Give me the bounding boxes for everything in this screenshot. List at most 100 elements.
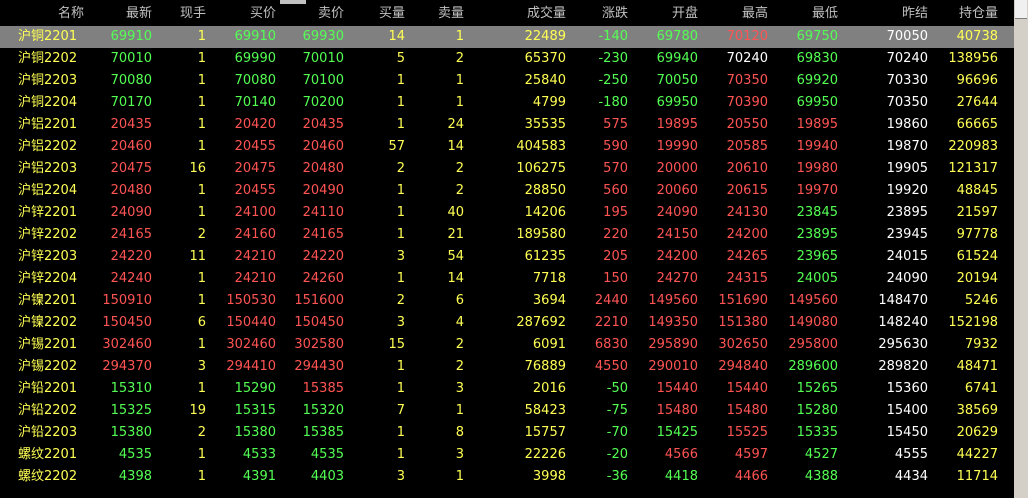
bid-volume-cell: 57 xyxy=(388,139,405,154)
change-cell: -250 xyxy=(598,73,628,88)
table-row[interactable]: 沪铅2201 15310 1 15290 15385 1 3 2016 -50 15440 1544… xyxy=(0,378,1028,400)
header-current-volume[interactable]: 现手 xyxy=(160,0,206,26)
name-cell: 沪锌2202 xyxy=(18,227,78,242)
header-bid-volume[interactable]: 买量 xyxy=(352,0,405,26)
change-cell: 6830 xyxy=(594,337,628,352)
table-row[interactable]: 沪铅2202 15325 19 15315 15320 7 1 58423 -75 15480 15… xyxy=(0,400,1028,422)
low-cell: 23845 xyxy=(796,205,838,220)
prev-settle-cell: 19920 xyxy=(886,183,928,198)
table-row[interactable]: 沪锌2202 24165 2 24160 24165 1 21 189580 220 24150 2… xyxy=(0,224,1028,246)
header-low[interactable]: 最低 xyxy=(776,0,838,26)
header-high[interactable]: 最高 xyxy=(706,0,768,26)
table-row[interactable]: 沪铝2203 20475 16 20475 20480 2 2 106275 570 20000 2… xyxy=(0,158,1028,180)
table-row[interactable]: 沪锡2201 302460 1 302460 302580 15 2 6091 6830 2958… xyxy=(0,334,1028,356)
ask-volume-cell: 8 xyxy=(455,425,464,440)
change-cell: -50 xyxy=(606,381,628,396)
ask-cell: 24165 xyxy=(302,227,344,242)
table-row[interactable]: 沪铝2201 20435 1 20420 20435 1 24 35535 575 19895 20… xyxy=(0,114,1028,136)
low-cell: 19970 xyxy=(796,183,838,198)
header-ask-volume[interactable]: 卖量 xyxy=(413,0,464,26)
prev-settle-cell: 15450 xyxy=(886,425,928,440)
header-latest[interactable]: 最新 xyxy=(92,0,152,26)
bid-volume-cell: 1 xyxy=(396,73,405,88)
latest-cell: 20435 xyxy=(110,117,152,132)
low-cell: 19940 xyxy=(796,139,838,154)
name-cell: 沪铝2204 xyxy=(18,183,78,198)
table-row[interactable]: 沪铜2204 70170 1 70140 70200 1 1 4799 -180 69950 703… xyxy=(0,92,1028,114)
open-interest-cell: 44227 xyxy=(956,447,998,462)
table-row[interactable]: 沪铜2201 69910 1 69910 69930 14 1 22489 -140 69780 7… xyxy=(0,26,1028,48)
bid-cell: 150530 xyxy=(226,293,276,308)
name-cell: 沪锡2202 xyxy=(18,359,78,374)
high-cell: 15525 xyxy=(726,425,768,440)
table-row[interactable]: 沪锡2202 294370 3 294410 294430 1 2 76889 4550 2900… xyxy=(0,356,1028,378)
bid-cell: 20455 xyxy=(234,139,276,154)
header-prev-settle[interactable]: 昨结 xyxy=(846,0,928,26)
open-interest-cell: 152198 xyxy=(948,315,998,330)
prev-settle-cell: 19860 xyxy=(886,117,928,132)
table-row[interactable]: 螺纹2202 4398 1 4391 4403 3 1 3998 -36 4418 4466 4388… xyxy=(0,466,1028,488)
ask-cell: 294430 xyxy=(294,359,344,374)
low-cell: 15335 xyxy=(796,425,838,440)
name-cell: 沪锡2201 xyxy=(18,337,78,352)
prev-settle-cell: 70350 xyxy=(886,95,928,110)
header-open[interactable]: 开盘 xyxy=(636,0,698,26)
ask-volume-cell: 2 xyxy=(455,359,464,374)
name-cell: 螺纹2202 xyxy=(18,469,78,484)
volume-cell: 3998 xyxy=(532,469,566,484)
table-row[interactable]: 沪锌2204 24240 1 24210 24260 1 14 7718 150 24270 243… xyxy=(0,268,1028,290)
table-row[interactable]: 沪锌2201 24090 1 24100 24110 1 40 14206 195 24090 24… xyxy=(0,202,1028,224)
volume-cell: 76889 xyxy=(524,359,566,374)
ask-cell: 20460 xyxy=(302,139,344,154)
open-cell: 69780 xyxy=(656,29,698,44)
vertical-scrollbar[interactable] xyxy=(1014,0,1028,498)
current-volume-cell: 1 xyxy=(197,381,206,396)
volume-cell: 4799 xyxy=(532,95,566,110)
latest-cell: 24220 xyxy=(110,249,152,264)
open-cell: 24270 xyxy=(656,271,698,286)
table-row[interactable]: 沪镍2201 150910 1 150530 151600 2 6 3694 2440 14956… xyxy=(0,290,1028,312)
high-cell: 20550 xyxy=(726,117,768,132)
table-row[interactable]: 螺纹2201 4535 1 4533 4535 1 3 22226 -20 4566 4597 452… xyxy=(0,444,1028,466)
table-row[interactable]: 沪铅2203 15380 2 15380 15385 1 8 15757 -70 15425 155… xyxy=(0,422,1028,444)
table-row[interactable]: 沪铜2203 70080 1 70080 70100 1 1 25840 -250 70050 70… xyxy=(0,70,1028,92)
bid-volume-cell: 3 xyxy=(396,249,405,264)
low-cell: 19980 xyxy=(796,161,838,176)
header-change[interactable]: 涨跌 xyxy=(574,0,628,26)
header-name[interactable]: 名称 xyxy=(18,0,84,26)
bid-volume-cell: 3 xyxy=(396,315,405,330)
table-row[interactable]: 沪铝2202 20460 1 20455 20460 57 14 404583 590 19990… xyxy=(0,136,1028,158)
header-open-interest[interactable]: 持仓量 xyxy=(936,0,998,26)
ask-volume-cell: 21 xyxy=(447,227,464,242)
scrollbar-thumb[interactable] xyxy=(1015,0,1027,19)
name-cell: 沪锌2201 xyxy=(18,205,78,220)
header-volume[interactable]: 成交量 xyxy=(478,0,566,26)
bid-cell: 69990 xyxy=(234,51,276,66)
current-volume-cell: 1 xyxy=(197,337,206,352)
ask-cell: 20490 xyxy=(302,183,344,198)
bid-volume-cell: 1 xyxy=(396,359,405,374)
ask-cell: 20480 xyxy=(302,161,344,176)
low-cell: 15265 xyxy=(796,381,838,396)
current-volume-cell: 1 xyxy=(197,271,206,286)
bid-cell: 70140 xyxy=(234,95,276,110)
table-row[interactable]: 沪铝2204 20480 1 20455 20490 1 2 28850 560 20060 206… xyxy=(0,180,1028,202)
name-cell: 沪锌2204 xyxy=(18,271,78,286)
name-cell: 沪铅2202 xyxy=(18,403,78,418)
latest-cell: 70170 xyxy=(110,95,152,110)
bid-cell: 15380 xyxy=(234,425,276,440)
table-row[interactable]: 沪铜2202 70010 1 69990 70010 5 2 65370 -230 69940 70… xyxy=(0,48,1028,70)
table-row[interactable]: 沪镍2202 150450 6 150440 150450 3 4 287692 2210 149… xyxy=(0,312,1028,334)
header-bid[interactable]: 买价 xyxy=(214,0,276,26)
ask-volume-cell: 14 xyxy=(447,139,464,154)
open-cell: 20060 xyxy=(656,183,698,198)
open-cell: 69950 xyxy=(656,95,698,110)
bid-volume-cell: 14 xyxy=(388,29,405,44)
open-interest-cell: 21597 xyxy=(956,205,998,220)
name-cell: 沪铝2203 xyxy=(18,161,78,176)
latest-cell: 150910 xyxy=(102,293,152,308)
name-cell: 沪镍2201 xyxy=(18,293,78,308)
bid-cell: 24210 xyxy=(234,271,276,286)
table-row[interactable]: 沪锌2203 24220 11 24210 24220 3 54 61235 205 24200 2… xyxy=(0,246,1028,268)
ask-cell: 4403 xyxy=(310,469,344,484)
